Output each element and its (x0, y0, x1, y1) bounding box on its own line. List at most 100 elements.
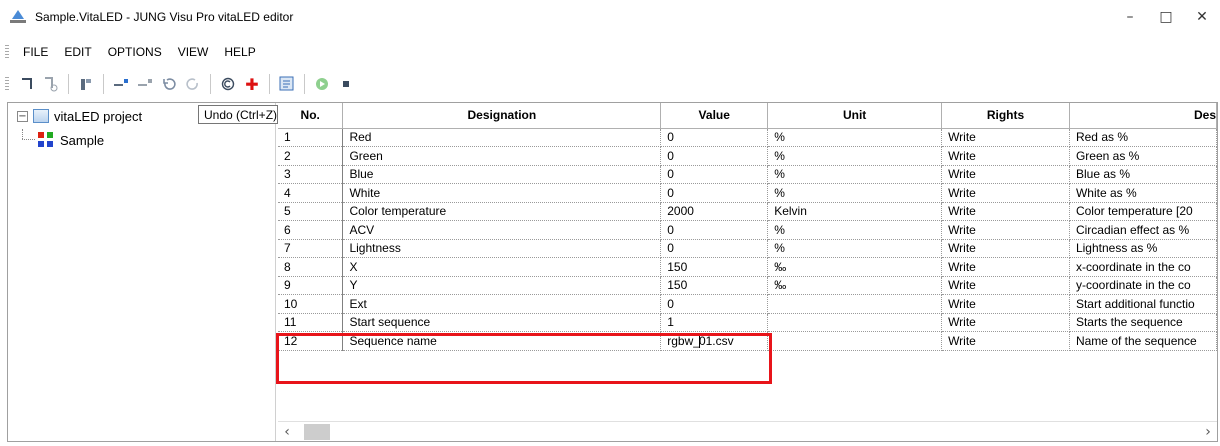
horizontal-scrollbar[interactable]: ‹ › (278, 421, 1217, 441)
collapse-icon[interactable]: − (17, 110, 28, 122)
move-icon[interactable] (75, 73, 97, 95)
cell-value[interactable]: 150 (660, 276, 769, 295)
move-up-icon[interactable] (110, 73, 132, 95)
cell-designation[interactable]: Green (342, 146, 662, 166)
scrollbar-thumb[interactable] (304, 423, 330, 440)
cell-unit[interactable]: % (767, 146, 943, 166)
cell-designation[interactable]: Color temperature (342, 202, 662, 221)
cell-description[interactable]: Starts the sequence (1069, 313, 1217, 332)
cell-designation[interactable]: Lightness (342, 239, 662, 258)
table-row[interactable]: 9 Y 150 ‰ Write y-coordinate in the co (278, 276, 1217, 295)
column-header-designation[interactable]: Designation (342, 103, 662, 129)
cell-value[interactable]: 0 (660, 239, 769, 258)
cell-value[interactable]: 0 (660, 294, 769, 314)
table-row[interactable]: 6 ACV 0 % Write Circadian effect as % (278, 220, 1217, 240)
cell-rights[interactable]: Write (941, 202, 1070, 221)
cell-unit[interactable] (767, 313, 943, 332)
table-row[interactable]: 2 Green 0 % Write Green as % (278, 146, 1217, 166)
cell-value[interactable]: 2000 (660, 202, 769, 221)
cell-description[interactable]: Red as % (1069, 128, 1217, 147)
add-icon[interactable]: ✚ (241, 73, 263, 95)
cell-unit[interactable]: % (767, 165, 943, 184)
move-down-icon[interactable] (134, 73, 156, 95)
cell-designation[interactable]: Blue (342, 165, 662, 184)
cell-value[interactable]: 0 (660, 220, 769, 240)
cell-rights[interactable]: Write (941, 257, 1070, 277)
menu-help[interactable]: HELP (216, 45, 263, 59)
cell-value[interactable]: 0 (660, 165, 769, 184)
cell-value[interactable]: 0 (660, 128, 769, 147)
menu-edit[interactable]: EDIT (56, 45, 99, 59)
tree-item-project[interactable]: − vitaLED project (17, 106, 142, 126)
cell-designation[interactable]: ACV (342, 220, 662, 240)
cell-no[interactable]: 9 (278, 276, 344, 295)
cell-rights[interactable]: Write (941, 165, 1070, 184)
table-row[interactable]: 1 Red 0 % Write Red as % (278, 128, 1217, 147)
cell-unit[interactable]: ‰ (767, 276, 943, 295)
scroll-left-icon[interactable]: ‹ (278, 423, 296, 441)
cell-rights[interactable]: Write (941, 239, 1070, 258)
cell-unit[interactable] (767, 294, 943, 314)
column-header-no[interactable]: No. (278, 103, 344, 129)
minimize-button[interactable]: – (1112, 0, 1148, 34)
copy-icon[interactable] (217, 73, 239, 95)
cell-description[interactable]: Blue as % (1069, 165, 1217, 184)
cell-description[interactable]: Color temperature [20 (1069, 202, 1217, 221)
menu-view[interactable]: VIEW (170, 45, 217, 59)
table-row[interactable]: 5 Color temperature 2000 Kelvin Write Co… (278, 202, 1217, 221)
cell-description[interactable]: Start additional functio (1069, 294, 1217, 314)
cell-designation[interactable]: Y (342, 276, 662, 295)
cell-unit[interactable]: ‰ (767, 257, 943, 277)
cell-no[interactable]: 6 (278, 220, 344, 240)
table-row[interactable]: 10 Ext 0 Write Start additional functio (278, 294, 1217, 314)
cell-designation[interactable]: X (342, 257, 662, 277)
stop-icon[interactable] (335, 73, 357, 95)
table-export-icon[interactable] (276, 73, 298, 95)
cell-no[interactable]: 1 (278, 128, 344, 147)
cell-designation[interactable]: Start sequence (342, 313, 662, 332)
column-header-rights[interactable]: Rights (941, 103, 1070, 129)
cell-no[interactable]: 5 (278, 202, 344, 221)
cell-description[interactable]: White as % (1069, 183, 1217, 203)
cell-no[interactable]: 8 (278, 257, 344, 277)
cell-value[interactable]: 0 (660, 183, 769, 203)
cell-rights[interactable]: Write (941, 276, 1070, 295)
cell-unit[interactable]: % (767, 239, 943, 258)
cell-rights[interactable]: Write (941, 128, 1070, 147)
table-row[interactable]: 7 Lightness 0 % Write Lightness as % (278, 239, 1217, 258)
table-row[interactable]: 4 White 0 % Write White as % (278, 183, 1217, 203)
play-icon[interactable] (311, 73, 333, 95)
cell-no[interactable]: 7 (278, 239, 344, 258)
cell-rights[interactable]: Write (941, 220, 1070, 240)
cell-unit[interactable] (767, 331, 943, 351)
cell-description[interactable]: Circadian effect as % (1069, 220, 1217, 240)
redo-icon[interactable] (182, 73, 204, 95)
close-button[interactable]: ✕ (1184, 0, 1220, 34)
cell-no[interactable]: 2 (278, 146, 344, 166)
cell-no[interactable]: 4 (278, 183, 344, 203)
cell-rights[interactable]: Write (941, 331, 1070, 351)
table-row[interactable]: 11 Start sequence 1 Write Starts the seq… (278, 313, 1217, 332)
cell-unit[interactable]: % (767, 220, 943, 240)
insert-row-icon[interactable] (16, 73, 38, 95)
maximize-button[interactable]: □ (1148, 0, 1184, 34)
cell-unit[interactable]: % (767, 128, 943, 147)
cell-designation[interactable]: Red (342, 128, 662, 147)
cell-value[interactable]: 0 (660, 146, 769, 166)
column-header-value[interactable]: Value (660, 103, 769, 129)
menu-options[interactable]: OPTIONS (100, 45, 170, 59)
cell-description[interactable]: y-coordinate in the co (1069, 276, 1217, 295)
undo-icon[interactable] (158, 73, 180, 95)
table-row[interactable]: 3 Blue 0 % Write Blue as % (278, 165, 1217, 184)
cell-description[interactable]: Green as % (1069, 146, 1217, 166)
cell-no[interactable]: 10 (278, 294, 344, 314)
column-header-description[interactable]: Des (1069, 103, 1217, 129)
tree-item-sample[interactable]: Sample (38, 130, 104, 150)
cell-unit[interactable]: % (767, 183, 943, 203)
cell-rights[interactable]: Write (941, 294, 1070, 314)
cell-description[interactable]: x-coordinate in the co (1069, 257, 1217, 277)
cell-unit[interactable]: Kelvin (767, 202, 943, 221)
cell-value[interactable]: 1 (660, 313, 769, 332)
cell-designation[interactable]: Ext (342, 294, 662, 314)
cell-description[interactable]: Lightness as % (1069, 239, 1217, 258)
